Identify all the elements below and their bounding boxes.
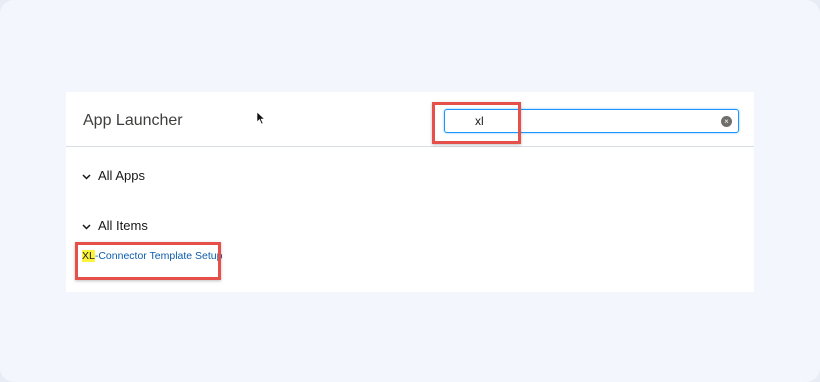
mouse-pointer-icon — [256, 111, 266, 125]
all-apps-toggle[interactable]: All Apps — [82, 168, 145, 183]
clear-search-icon[interactable]: × — [721, 116, 732, 127]
app-launcher-header: App Launcher × — [66, 92, 754, 147]
search-highlight-box — [432, 102, 521, 144]
all-apps-label: All Apps — [98, 168, 145, 183]
chevron-down-icon — [82, 218, 92, 233]
page-title: App Launcher — [83, 112, 183, 129]
result-highlight-box — [75, 242, 221, 280]
chevron-down-icon — [82, 168, 92, 183]
all-items-label: All Items — [98, 218, 148, 233]
screenshot-frame: App Launcher × All Apps All Items XL-Con… — [0, 0, 820, 382]
all-items-toggle[interactable]: All Items — [82, 218, 148, 233]
